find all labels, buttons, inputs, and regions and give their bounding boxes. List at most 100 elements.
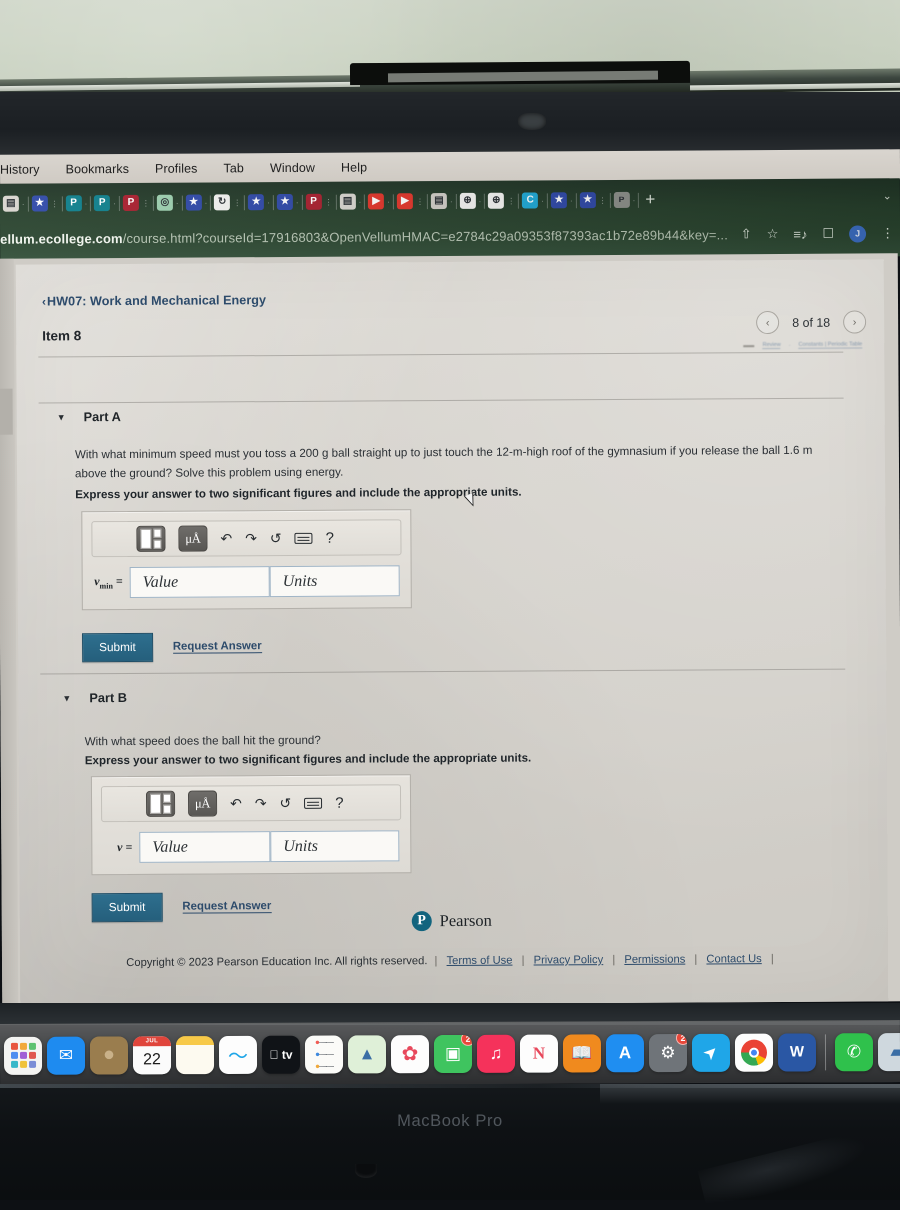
browser-tab[interactable]: P ⋮ — [120, 194, 153, 211]
tab-search-chevron-down-icon[interactable]: ⌄ — [883, 189, 892, 202]
menu-item-window[interactable]: Window — [270, 161, 315, 175]
tab-close-icon[interactable]: · — [541, 196, 544, 205]
dock-icon-chrome[interactable] — [734, 1033, 774, 1072]
dock-icon-facetime[interactable]: ▣ 2 — [433, 1034, 473, 1073]
tab-close-icon[interactable]: ⋮ — [416, 197, 424, 206]
review-constants-links[interactable]: Review · Constants | Periodic Table — [743, 341, 863, 350]
tab-close-icon[interactable]: · — [22, 199, 25, 208]
new-tab-button[interactable]: + — [639, 190, 661, 210]
back-chevron-icon[interactable]: ‹ — [42, 294, 46, 308]
menu-item-profiles[interactable]: Profiles — [155, 162, 198, 176]
browser-tab-strip[interactable]: ▤ · ★ ⋮ P · P · P ⋮ ◎ · ★ · ↻ ⋮ ★ · ★ · P ⋮ ▤ · ▶ · ▶ ⋮ ▤ · ⊕ · ⊕ ⋮ C · ★ · ★ ⋮… — [0, 184, 900, 217]
browser-tab[interactable]: P · — [63, 195, 91, 212]
browser-tab[interactable]: P ⋮ — [303, 193, 336, 210]
tab-close-icon[interactable]: ⋮ — [325, 197, 333, 206]
side-panel-icon[interactable]: ☐ — [822, 226, 834, 242]
part-b-units-input[interactable]: Units — [270, 830, 400, 863]
browser-tab[interactable]: ★ · — [183, 194, 211, 211]
browser-tab[interactable]: ↻ ⋮ — [211, 194, 244, 211]
part-a-header[interactable]: ▼ Part A — [57, 409, 121, 424]
browser-tab[interactable]: ★ ⋮ — [577, 192, 610, 209]
part-a-answer-widget[interactable]: μÅ ↶ ↷ ↺ ? vmin = Value Units — [81, 509, 412, 611]
next-item-button[interactable]: › — [843, 310, 867, 334]
browser-tab[interactable]: ★ · — [548, 192, 576, 209]
browser-tab[interactable]: ᴘ · — [611, 191, 639, 209]
menu-item-history[interactable]: History — [0, 163, 40, 177]
tab-close-icon[interactable]: · — [633, 195, 636, 204]
dock-icon-calendar[interactable]: JUL 22 — [132, 1035, 172, 1074]
dock-icon-notes[interactable] — [175, 1035, 215, 1074]
dock-icon-mail[interactable]: ✉ — [46, 1036, 86, 1075]
dock-icon-launchpad[interactable] — [3, 1036, 43, 1075]
browser-tab[interactable]: ⊕ ⋮ — [485, 192, 518, 209]
tab-close-icon[interactable]: · — [359, 197, 362, 206]
part-a-math-toolbar[interactable]: μÅ ↶ ↷ ↺ ? — [91, 519, 402, 558]
undo-icon[interactable]: ↶ — [230, 795, 242, 812]
item-pager[interactable]: ‹ 8 of 18 › — [756, 310, 867, 335]
dock-icon-freeform[interactable]: 〜 — [218, 1035, 258, 1074]
previous-item-button[interactable]: ‹ — [756, 310, 780, 335]
part-a-request-answer-link[interactable]: Request Answer — [172, 640, 262, 654]
macos-dock[interactable]: ✉●JUL22〜 tv●——●——●——▲✿▣2♫N📖A⚙2➤W✆▰ — [0, 1020, 900, 1086]
browser-menu-icon[interactable]: ⋮ — [881, 225, 894, 241]
constants-link[interactable]: Constants | Periodic Table — [798, 341, 863, 350]
dock-icon-contacts[interactable]: ● — [89, 1035, 129, 1075]
part-a-submit-button[interactable]: Submit — [82, 632, 153, 663]
dock-icon-photos[interactable]: ✿ — [390, 1034, 430, 1073]
browser-tab[interactable]: P · — [91, 195, 119, 212]
browser-tab[interactable]: ▤ · — [337, 193, 365, 210]
reading-list-icon[interactable]: ≡♪ — [793, 226, 807, 241]
menu-item-help[interactable]: Help — [341, 161, 367, 175]
tab-close-icon[interactable]: ⋮ — [142, 198, 150, 207]
permissions-link[interactable]: Permissions — [624, 954, 685, 966]
browser-tab[interactable]: ◎ · — [154, 194, 182, 211]
tab-close-icon[interactable]: · — [113, 199, 116, 208]
part-a-value-input[interactable]: Value — [129, 566, 270, 598]
collapse-triangle-icon[interactable]: ▼ — [57, 412, 66, 422]
sidebar-collapsed-tab[interactable] — [0, 388, 13, 435]
units-button[interactable]: μÅ — [178, 525, 208, 552]
dock-icon-reminders[interactable]: ●—— ●—— ●—— — [304, 1034, 344, 1074]
undo-icon[interactable]: ↶ — [220, 530, 232, 547]
part-a-submit-row[interactable]: Submit Request Answer — [82, 632, 262, 663]
tab-close-icon[interactable]: · — [450, 196, 453, 205]
browser-tab[interactable]: ★ · — [274, 193, 302, 211]
collapse-triangle-icon[interactable]: ▼ — [62, 693, 71, 703]
help-icon[interactable]: ? — [335, 794, 343, 811]
units-button[interactable]: μÅ — [187, 790, 218, 817]
tab-close-icon[interactable]: · — [479, 196, 482, 205]
math-template-button[interactable] — [145, 790, 176, 817]
math-template-button[interactable] — [136, 525, 166, 552]
menu-item-tab[interactable]: Tab — [223, 161, 244, 175]
tab-close-icon[interactable]: ⋮ — [51, 199, 59, 208]
tab-close-icon[interactable]: ⋮ — [507, 196, 515, 205]
tab-close-icon[interactable]: · — [570, 196, 573, 205]
reset-icon[interactable]: ↺ — [279, 794, 291, 811]
browser-tab[interactable]: ▤ · — [0, 195, 28, 212]
redo-icon[interactable]: ↷ — [245, 530, 257, 547]
tab-close-icon[interactable]: ⋮ — [233, 198, 241, 207]
dock-icon-preview[interactable]: ▰ — [877, 1032, 900, 1071]
profile-avatar[interactable]: J — [849, 224, 867, 243]
tab-close-icon[interactable]: ⋮ — [599, 196, 607, 205]
dock-icon-whatsapp[interactable]: ✆ — [834, 1032, 874, 1071]
tab-close-icon[interactable]: · — [267, 198, 270, 207]
bookmark-star-icon[interactable]: ☆ — [767, 226, 779, 242]
tab-close-icon[interactable]: · — [387, 197, 390, 206]
help-icon[interactable]: ? — [326, 529, 334, 546]
breadcrumb[interactable]: ‹HW07: Work and Mechanical Energy — [42, 293, 266, 308]
privacy-policy-link[interactable]: Privacy Policy — [534, 954, 604, 966]
browser-tab[interactable]: ▤ · — [428, 193, 456, 210]
browser-tab[interactable]: ▶ · — [365, 193, 393, 210]
part-b-header[interactable]: ▼ Part B — [62, 690, 127, 705]
share-icon[interactable]: ⇧ — [741, 226, 752, 242]
dock-icon-news[interactable]: N — [519, 1034, 559, 1073]
terms-of-use-link[interactable]: Terms of Use — [447, 955, 513, 967]
tab-close-icon[interactable]: · — [176, 198, 179, 207]
part-b-answer-widget[interactable]: μÅ ↶ ↷ ↺ ? v = Value Units — [90, 774, 412, 876]
browser-tab[interactable]: C · — [519, 192, 547, 209]
dock-icon-safari[interactable]: ➤ — [691, 1033, 731, 1072]
keyboard-icon[interactable] — [304, 797, 323, 809]
dock-icon-apple-tv[interactable]:  tv — [261, 1035, 301, 1074]
review-link[interactable]: Review — [762, 342, 781, 350]
